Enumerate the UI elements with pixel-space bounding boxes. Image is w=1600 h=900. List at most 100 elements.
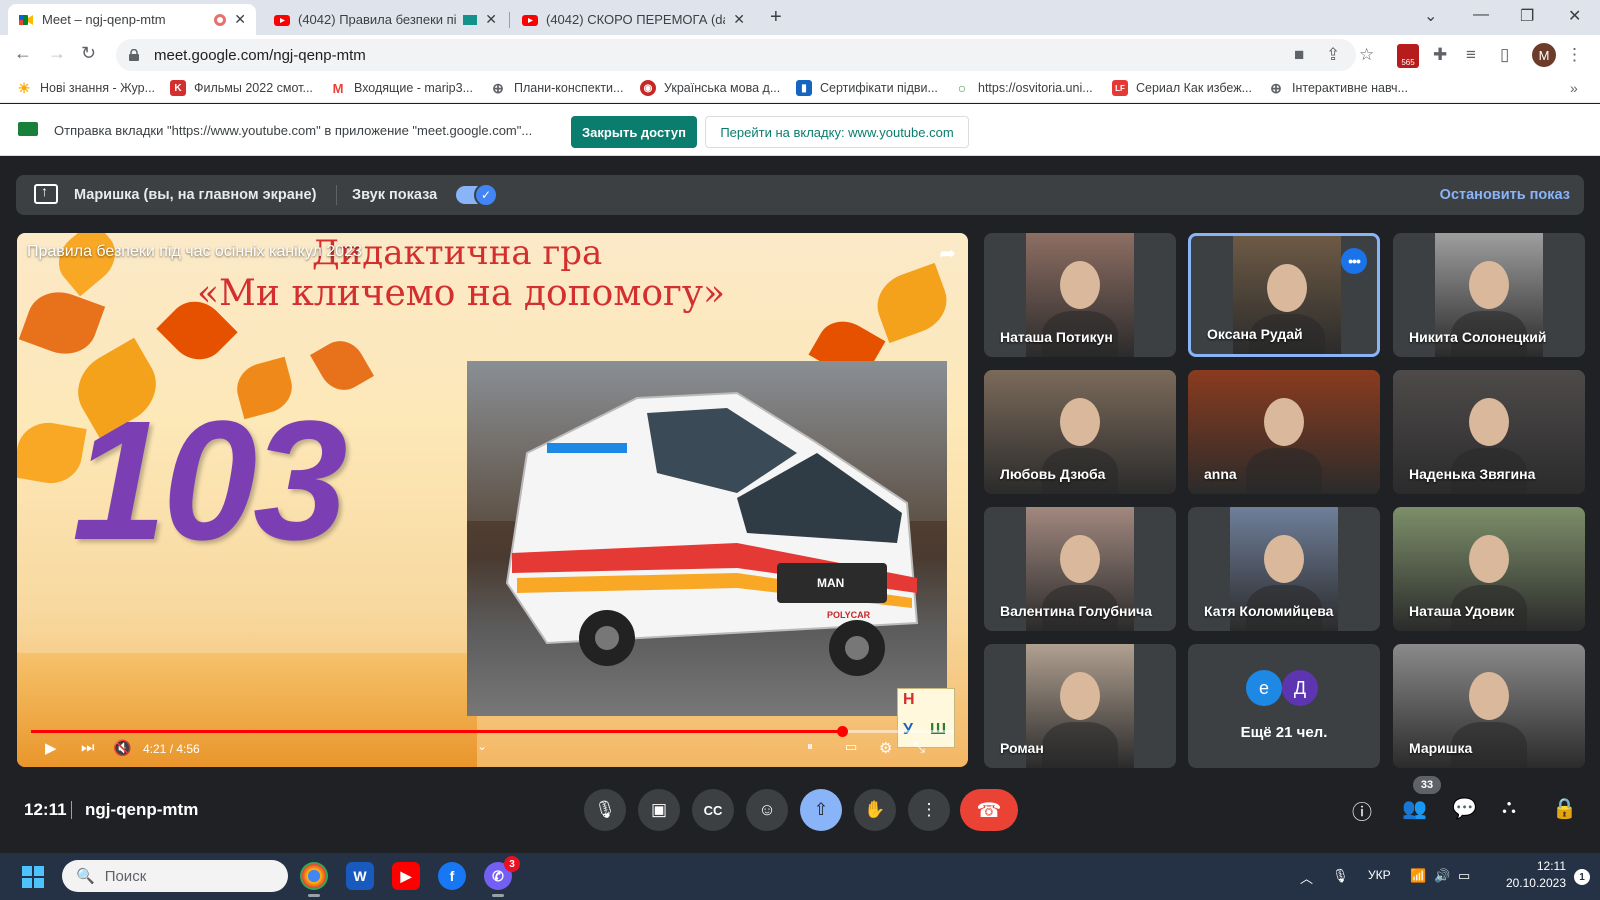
next-video-icon[interactable]: ⏭	[81, 739, 95, 756]
reading-list-icon[interactable]: ≡	[1466, 45, 1476, 65]
participant-tile[interactable]: Наташа Потикун	[984, 233, 1176, 357]
share-page-icon[interactable]: ⇪	[1326, 45, 1340, 65]
address-bar[interactable]: meet.google.com/ngj-qenp-mtm	[116, 39, 1356, 71]
participant-tile[interactable]: ••• Оксана Рудай	[1188, 233, 1380, 357]
volume-icon[interactable]: 🔊	[1434, 868, 1450, 884]
mute-icon[interactable]: 🔇	[113, 739, 132, 757]
participant-face	[1469, 535, 1509, 583]
bookmark-star-icon[interactable]: ☆	[1359, 45, 1374, 65]
presented-video[interactable]: Дидактична гра «Ми кличемо на допомогу» …	[17, 233, 968, 767]
youtube-app-icon[interactable]: ▶	[392, 862, 420, 890]
activities-icon[interactable]: ⛬	[1502, 796, 1516, 819]
autoplay-toggle-icon[interactable]: ⏸	[807, 739, 813, 754]
bookmark-item[interactable]: M Входящие - marip3...	[330, 80, 473, 96]
participant-tile[interactable]: Наташа Удовик	[1393, 507, 1585, 631]
word-app-icon[interactable]: W	[346, 862, 374, 890]
facebook-app-icon[interactable]: f	[438, 862, 466, 890]
more-bookmarks-icon[interactable]: »	[1570, 80, 1578, 96]
microphone-tray-icon[interactable]: 🎙	[1332, 868, 1349, 884]
tile-options-icon[interactable]: •••	[1341, 248, 1367, 274]
profile-avatar[interactable]: M	[1532, 43, 1556, 67]
language-indicator[interactable]: УКР	[1368, 868, 1391, 882]
leave-call-button[interactable]: ☎	[960, 789, 1018, 831]
bookmark-item[interactable]: LF Сериал Как избеж...	[1112, 80, 1252, 96]
chevron-down-icon[interactable]: ⌄	[477, 739, 487, 753]
tab-youtube-dance[interactable]: (4042) СКОРО ПЕРЕМОГА (danc ✕	[512, 4, 755, 35]
bookmark-item[interactable]: K Фильмы 2022 смот...	[170, 80, 313, 96]
more-participants-tile[interactable]: е Д Ещё 21 чел.	[1188, 644, 1380, 768]
forward-icon[interactable]: →	[48, 43, 66, 64]
participant-tile[interactable]: Роман	[984, 644, 1176, 768]
camera-in-use-icon[interactable]: ■	[1294, 45, 1304, 65]
minimize-icon[interactable]: —	[1473, 6, 1489, 24]
restore-icon[interactable]: ❐	[1520, 6, 1534, 26]
close-window-icon[interactable]: ✕	[1568, 6, 1581, 26]
side-panel-icon[interactable]: ▯	[1500, 45, 1509, 65]
bookmark-item[interactable]: ☀ Нові знання - Жур...	[16, 80, 155, 96]
present-button[interactable]: ⇧	[800, 789, 842, 831]
camera-button[interactable]: ▣	[638, 789, 680, 831]
system-clock[interactable]: 12:11 20.10.2023	[1490, 858, 1566, 892]
close-tab-icon[interactable]: ✕	[485, 11, 497, 28]
globe-icon: ⊕	[492, 79, 504, 96]
switch-to-tab-button[interactable]: Перейти на вкладку: www.youtube.com	[705, 116, 969, 148]
bookmark-item[interactable]: ◉ Українська мова д...	[640, 80, 780, 96]
chevron-up-icon[interactable]: ︿	[1300, 868, 1313, 887]
tab-youtube-safety[interactable]: (4042) Правила безпеки пі ✕	[264, 4, 507, 35]
notification-count-badge[interactable]: 1	[1574, 869, 1590, 885]
host-controls-icon[interactable]: 🔒	[1552, 796, 1577, 821]
battery-icon[interactable]: ▭	[1458, 868, 1470, 884]
close-tab-icon[interactable]: ✕	[733, 11, 745, 28]
participant-tile[interactable]: Маришка	[1393, 644, 1585, 768]
progress-scrubber[interactable]	[837, 726, 849, 737]
windows-start-icon[interactable]	[22, 866, 44, 888]
participant-tile[interactable]: Наденька Звягина	[1393, 370, 1585, 494]
emoji-reactions-button[interactable]: ☺	[746, 789, 788, 831]
stop-sharing-button[interactable]: Закрыть доступ	[571, 116, 697, 148]
people-icon[interactable]: 👥	[1402, 796, 1427, 821]
play-icon[interactable]: ▶	[45, 739, 57, 757]
van-plate-text: POLYCAR	[827, 610, 871, 620]
participant-tile[interactable]: Никита Солонецкий	[1393, 233, 1585, 357]
slide-subtitle: «Ми кличемо на допомогу»	[197, 273, 726, 314]
new-tab-icon[interactable]: +	[770, 6, 782, 29]
more-options-button[interactable]: ⋮	[908, 789, 950, 831]
calendar-extension-icon[interactable]: 565	[1397, 44, 1419, 68]
globe-icon: ⊕	[1270, 79, 1282, 96]
bookmark-item[interactable]: ⊕ Плани-конспекти...	[490, 80, 623, 96]
bookmark-item[interactable]: ⊕ Інтерактивне навч...	[1268, 80, 1408, 96]
wifi-icon[interactable]: 📶	[1410, 868, 1426, 884]
meeting-info-icon[interactable]: ⓘ	[1352, 796, 1372, 825]
subtitles-icon[interactable]: ▭	[845, 739, 857, 755]
microphone-button[interactable]: 🎙	[584, 789, 626, 831]
presentation-sound-toggle[interactable]: ✓	[456, 183, 498, 207]
tab-meet[interactable]: Meet – ngj-qenp-mtm ✕	[8, 4, 256, 35]
participant-tile[interactable]: Любовь Дзюба	[984, 370, 1176, 494]
video-progress-bar[interactable]	[31, 726, 953, 737]
taskbar-search-input[interactable]: 🔍 Поиск	[62, 860, 288, 892]
exit-fullscreen-icon[interactable]: ⤡	[913, 739, 925, 756]
back-icon[interactable]: ←	[14, 43, 32, 64]
tab-search-icon[interactable]: ⌄	[1424, 6, 1437, 26]
participant-tile[interactable]: Катя Коломийцева	[1188, 507, 1380, 631]
extensions-icon[interactable]: ✚	[1433, 45, 1447, 65]
participant-tile[interactable]: anna	[1188, 370, 1380, 494]
chat-icon[interactable]: 💬	[1452, 796, 1477, 821]
camera-icon: ▣	[650, 800, 668, 819]
bookmark-label: Нові знання - Жур...	[40, 81, 156, 95]
viber-app-icon[interactable]: ✆ 3	[484, 856, 520, 897]
captions-button[interactable]: CC	[692, 789, 734, 831]
raise-hand-button[interactable]: ✋	[854, 789, 896, 831]
share-icon[interactable]: ➦	[939, 241, 956, 266]
settings-gear-icon[interactable]: ⚙	[879, 739, 892, 757]
bookmark-item[interactable]: ▮ Сертифікати підви...	[796, 80, 938, 96]
browser-menu-icon[interactable]: ⋮	[1566, 45, 1583, 65]
chrome-app-icon[interactable]	[300, 862, 328, 897]
stop-presenting-button[interactable]: Остановить показ	[1440, 187, 1570, 203]
reload-icon[interactable]: ↻	[81, 43, 96, 64]
url-text: meet.google.com/ngj-qenp-mtm	[154, 46, 366, 64]
bookmark-item[interactable]: ○ https://osvitoria.uni...	[954, 80, 1093, 96]
close-tab-icon[interactable]: ✕	[234, 11, 246, 28]
participant-body	[1246, 448, 1322, 494]
participant-tile[interactable]: Валентина Голубнича	[984, 507, 1176, 631]
